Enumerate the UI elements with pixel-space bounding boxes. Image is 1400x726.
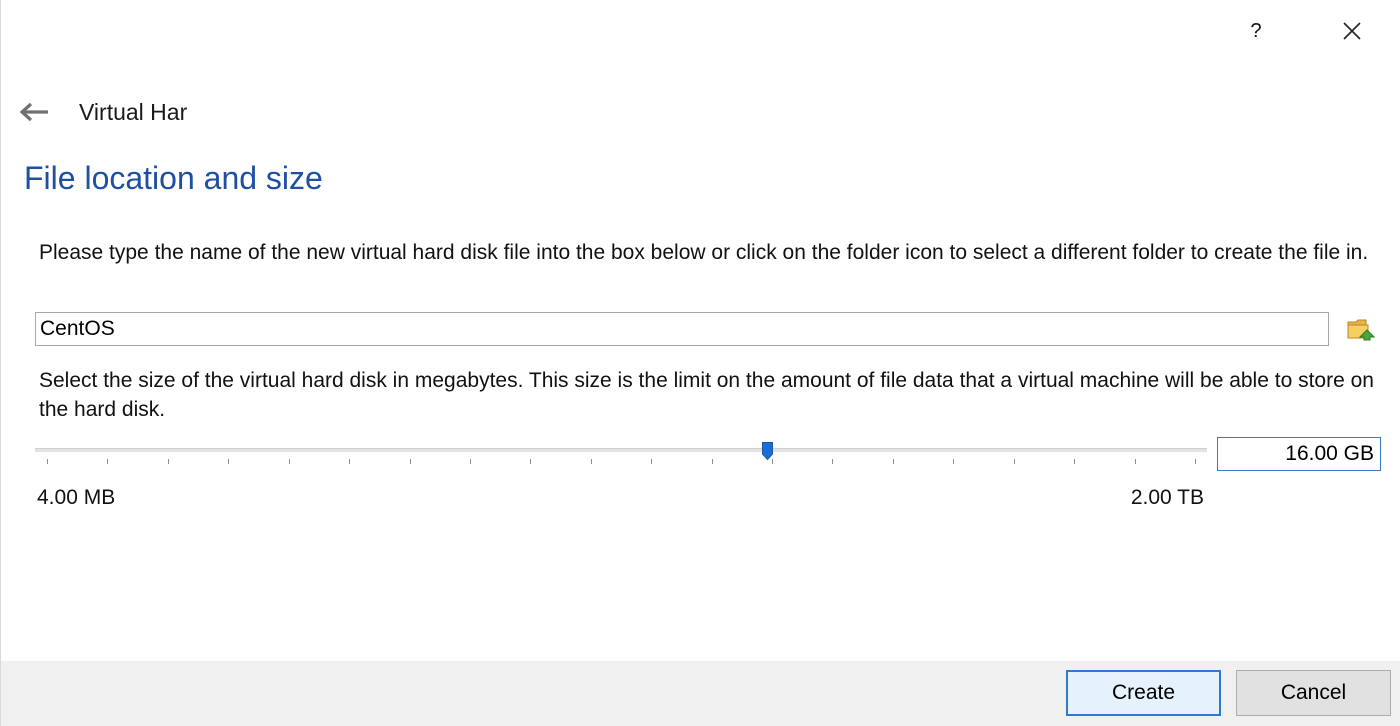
slider-tick bbox=[1134, 459, 1136, 464]
cancel-button[interactable]: Cancel bbox=[1236, 670, 1391, 716]
wizard-title: Virtual Har bbox=[79, 98, 188, 125]
slider-tick bbox=[349, 459, 351, 464]
slider-tick bbox=[469, 459, 471, 464]
choose-folder-button[interactable] bbox=[1341, 312, 1381, 346]
slider-min-label: 4.00 MB bbox=[37, 486, 116, 509]
slider-tick bbox=[409, 459, 411, 464]
folder-icon bbox=[1347, 319, 1375, 341]
slider-tick bbox=[228, 459, 230, 464]
dialog-window: ? Virtual Har File location and size Ple… bbox=[0, 0, 1400, 726]
page-title: File location and size bbox=[24, 160, 323, 196]
dialog-footer: Create Cancel bbox=[1, 661, 1400, 726]
wizard-header: Virtual Har bbox=[1, 92, 191, 132]
slider-tick bbox=[953, 459, 955, 464]
slider-tick bbox=[167, 459, 169, 464]
slider-tick bbox=[47, 459, 48, 464]
slider-tick bbox=[107, 459, 109, 464]
create-button[interactable]: Create bbox=[1066, 670, 1221, 716]
slider-tick bbox=[530, 459, 532, 464]
slider-track[interactable] bbox=[35, 448, 1207, 452]
slider-max-label: 2.00 TB bbox=[1130, 486, 1204, 509]
title-bar-controls: ? bbox=[1208, 14, 1400, 48]
disk-size-slider[interactable] bbox=[35, 440, 1207, 470]
slider-tick bbox=[1195, 459, 1196, 464]
slider-tick bbox=[1074, 459, 1076, 464]
close-icon bbox=[1343, 22, 1361, 40]
slider-tick bbox=[711, 459, 713, 464]
file-location-description: Please type the name of the new virtual … bbox=[39, 241, 1369, 264]
slider-handle[interactable] bbox=[761, 442, 773, 460]
file-name-input[interactable] bbox=[35, 312, 1329, 346]
disk-size-field[interactable]: 16.00 GB bbox=[1217, 437, 1381, 471]
disk-size-description: Select the size of the virtual hard disk… bbox=[39, 369, 1374, 421]
close-button[interactable] bbox=[1304, 14, 1400, 48]
back-arrow-icon bbox=[20, 102, 48, 122]
slider-tick bbox=[288, 459, 290, 464]
slider-tick bbox=[590, 459, 592, 464]
slider-tick bbox=[651, 459, 653, 464]
slider-tick bbox=[892, 459, 894, 464]
slider-tick bbox=[1013, 459, 1015, 464]
slider-tick bbox=[832, 459, 834, 464]
back-button[interactable] bbox=[5, 92, 65, 132]
help-button[interactable]: ? bbox=[1208, 14, 1304, 48]
